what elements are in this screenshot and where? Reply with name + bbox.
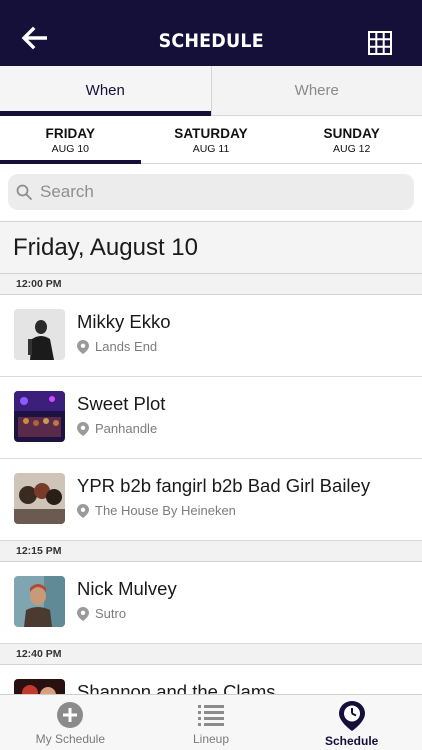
tab-sunday[interactable]: SUNDAY AUG 12 <box>281 116 422 163</box>
day-name: SUNDAY <box>323 126 380 141</box>
artist-name: Sweet Plot <box>77 393 166 414</box>
artist-photo <box>14 576 65 627</box>
clock-pin-icon <box>338 701 365 731</box>
search-input[interactable] <box>40 182 400 202</box>
grid-icon[interactable] <box>368 31 392 55</box>
venue: Sutro <box>77 606 126 621</box>
venue: The House By Heineken <box>77 503 236 518</box>
add-circle-icon <box>57 702 84 728</box>
nav-label: Lineup <box>192 732 230 746</box>
nav-my-schedule[interactable]: My Schedule <box>0 695 141 750</box>
tab-when[interactable]: When <box>0 66 211 116</box>
day-date: AUG 10 <box>51 143 90 155</box>
artist-photo <box>14 473 65 524</box>
segment-control: When Where <box>0 66 422 116</box>
day-name: SATURDAY <box>174 126 248 141</box>
date-heading: Friday, August 10 <box>0 222 422 274</box>
venue: Lands End <box>77 339 157 354</box>
location-pin-icon <box>77 606 89 621</box>
location-pin-icon <box>77 503 89 518</box>
tab-saturday[interactable]: SATURDAY AUG 11 <box>141 116 282 163</box>
search-icon <box>16 184 32 200</box>
venue-name: Lands End <box>95 339 158 354</box>
nav-label: Schedule <box>325 734 379 748</box>
artist-photo <box>14 679 65 694</box>
nav-lineup[interactable]: Lineup <box>141 695 282 750</box>
artist-photo <box>14 391 65 442</box>
tab-where[interactable]: Where <box>210 66 422 115</box>
artist-name: Shannon and the Clams <box>77 681 276 694</box>
day-tabs: FRIDAY AUG 10 SATURDAY AUG 11 SUNDAY AUG… <box>0 116 422 164</box>
list-item[interactable]: Mikky Ekko Lands End <box>0 295 422 377</box>
list-item[interactable]: Sweet Plot Panhandle <box>0 377 422 459</box>
nav-schedule[interactable]: Schedule <box>281 695 422 750</box>
app-header: SCHEDULE <box>0 0 422 66</box>
location-pin-icon <box>77 421 89 436</box>
venue-name: Sutro <box>95 606 127 621</box>
artist-name: Nick Mulvey <box>77 578 177 599</box>
list-item[interactable]: Shannon and the Clams <box>0 665 422 694</box>
list-item[interactable]: Nick Mulvey Sutro <box>0 562 422 644</box>
time-header: 12:15 PM <box>0 541 422 562</box>
tab-when-label: When <box>85 82 125 99</box>
time-header: 12:00 PM <box>0 274 422 295</box>
venue-name: The House By Heineken <box>95 503 236 518</box>
tab-where-label: Where <box>294 82 339 99</box>
artist-name: YPR b2b fangirl b2b Bad Girl Bailey <box>77 475 371 496</box>
list-item[interactable]: YPR b2b fangirl b2b Bad Girl Bailey The … <box>0 459 422 541</box>
time-header: 12:40 PM <box>0 644 422 665</box>
page-title: SCHEDULE <box>158 30 264 52</box>
venue-name: Panhandle <box>95 421 158 436</box>
artist-photo <box>14 309 65 360</box>
artist-name: Mikky Ekko <box>77 311 171 332</box>
nav-label: My Schedule <box>35 732 106 746</box>
list-icon <box>198 705 224 726</box>
tab-friday[interactable]: FRIDAY AUG 10 <box>0 116 141 164</box>
schedule-list[interactable]: 12:00 PM Mikky Ekko Lands End Sweet Plot… <box>0 274 422 694</box>
venue: Panhandle <box>77 421 157 436</box>
day-name: FRIDAY <box>45 126 96 141</box>
back-arrow-icon[interactable] <box>20 26 50 50</box>
location-pin-icon <box>77 339 89 354</box>
search-bar[interactable] <box>8 174 414 210</box>
day-date: AUG 12 <box>333 143 371 155</box>
date-heading-text: Friday, August 10 <box>13 233 198 261</box>
bottom-nav: My Schedule Lineup Schedule <box>0 694 422 750</box>
search-bar-container <box>0 164 422 222</box>
day-date: AUG 11 <box>192 143 230 155</box>
